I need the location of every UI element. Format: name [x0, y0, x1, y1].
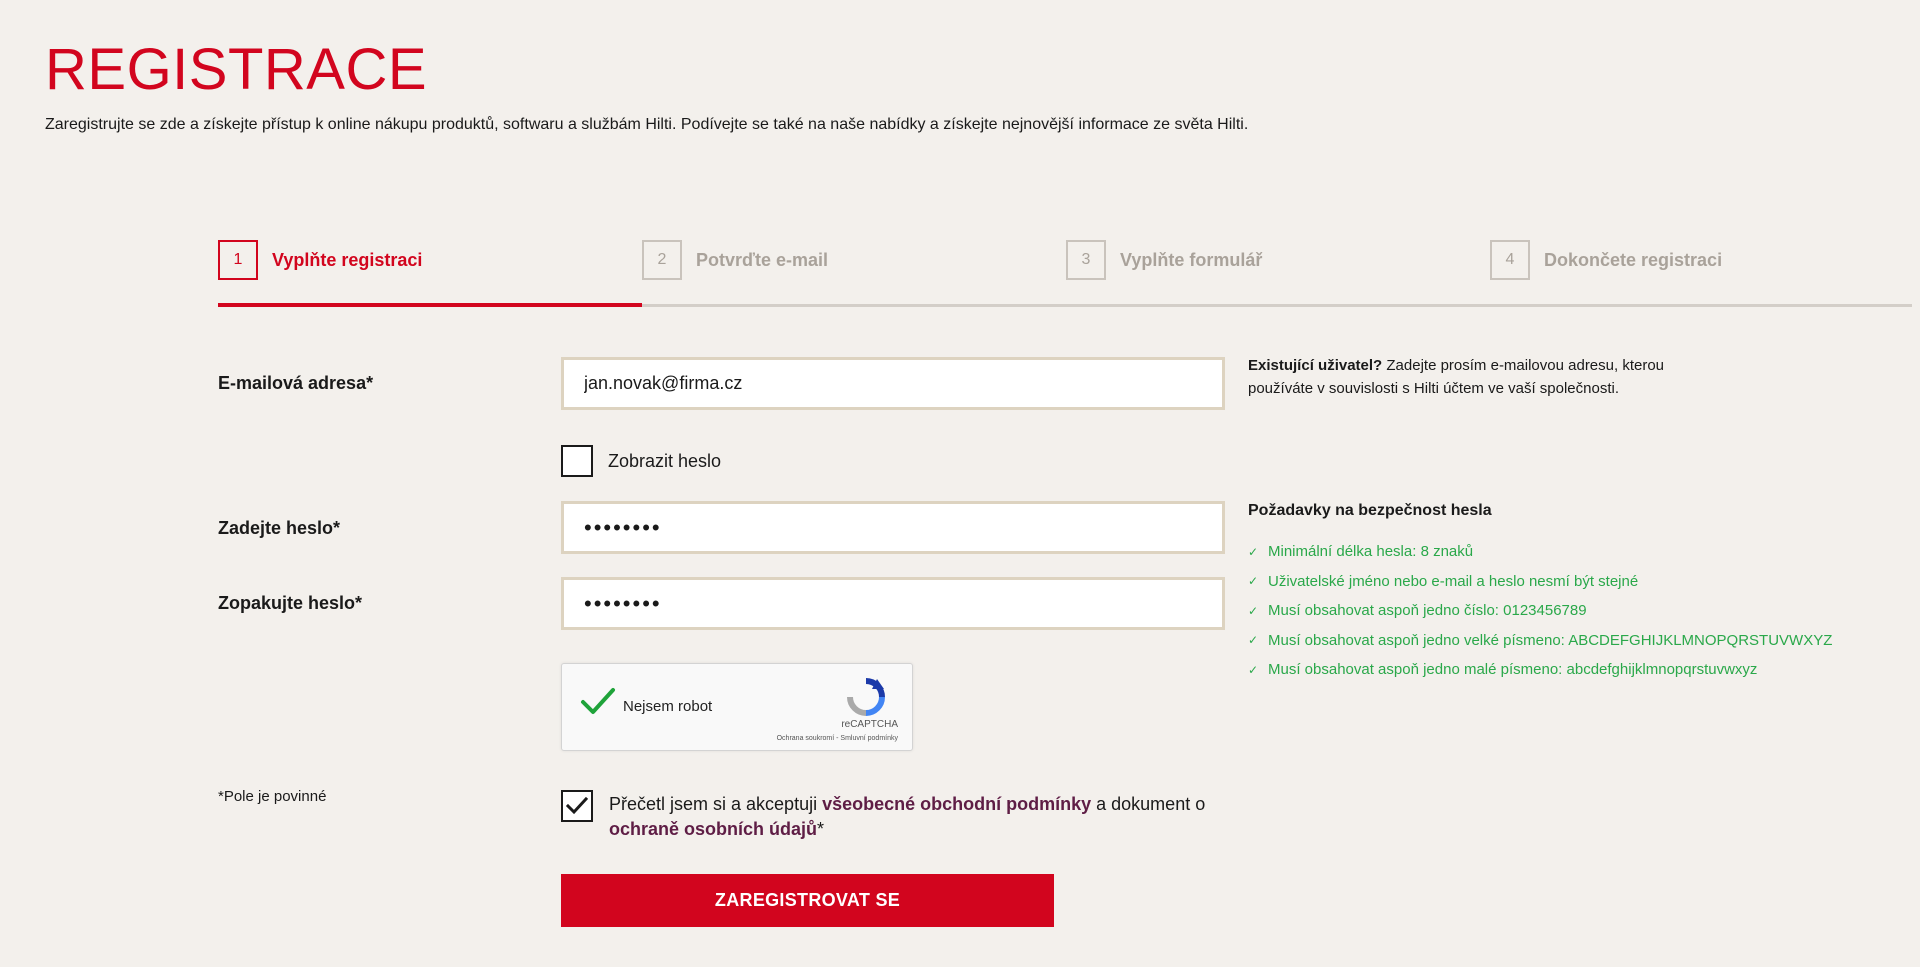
terms-text: Přečetl jsem si a akceptuji: [609, 794, 823, 814]
requirement-item: ✓ Musí obsahovat aspoň jedno velké písmen…: [1248, 631, 1833, 649]
terms-checkbox[interactable]: [561, 790, 593, 822]
step-label: Potvrďte e-mail: [696, 249, 828, 270]
stepper-progress: [218, 303, 642, 307]
password-requirements-list: ✓ Minimální délka hesla: 8 znaků ✓ Uživate…: [1248, 537, 1832, 685]
terms-text: a dokument o: [1091, 794, 1206, 814]
register-button[interactable]: ZAREGISTROVAT SE: [561, 874, 1054, 927]
page-title: REGISTRACE: [45, 37, 428, 102]
requirement-item: ✓ Uživatelské jméno nebo e-mail a heslo n…: [1248, 572, 1639, 590]
checkmark-icon: [566, 797, 588, 815]
password-label: Zadejte heslo*: [218, 518, 341, 538]
recaptcha-widget: Nejsem robot reCAPTCHA Ochrana soukromí …: [561, 663, 913, 751]
recaptcha-links[interactable]: Ochrana soukromí - Smluvní podmínky: [777, 735, 898, 742]
intro-text: Zaregistrujte se zde a získejte přístup …: [45, 116, 1249, 133]
recaptcha-logo-icon: [844, 677, 888, 717]
step-number: 2: [642, 240, 682, 280]
step-number: 3: [1066, 240, 1106, 280]
step-number: 4: [1490, 240, 1530, 280]
step-4: 4 Dokončete registraci: [1490, 236, 1722, 284]
step-label: Dokončete registraci: [1544, 249, 1723, 270]
recaptcha-label: Nejsem robot: [623, 698, 713, 715]
required-note: *Pole je povinné: [218, 788, 327, 805]
show-password-label: Zobrazit heslo: [608, 451, 722, 471]
step-number: 1: [218, 240, 258, 280]
show-password-checkbox[interactable]: [561, 445, 593, 477]
existing-user-note: Existující uživatel? Zadejte prosím e-ma…: [1248, 354, 1688, 400]
password-repeat-label: Zopakujte heslo*: [218, 593, 363, 613]
terms-asterisk: *: [817, 819, 825, 839]
requirement-item: ✓ Minimální délka hesla: 8 znaků: [1248, 543, 1474, 561]
requirement-item: ✓ Musí obsahovat aspoň jedno číslo: 01234…: [1248, 602, 1587, 620]
terms-link[interactable]: všeobecné obchodní podmínky: [822, 794, 1091, 814]
check-icon: ✓: [1248, 633, 1259, 648]
password-requirements-title: Požadavky na bezpečnost hesla: [1248, 502, 1492, 519]
check-icon: ✓: [1248, 544, 1259, 559]
check-icon: ✓: [1248, 662, 1259, 677]
existing-user-bold: Existující uživatel?: [1248, 357, 1383, 374]
step-label: Vyplňte registraci: [272, 249, 423, 270]
step-label: Vyplňte formulář: [1120, 249, 1263, 270]
check-icon: ✓: [1248, 603, 1259, 618]
check-icon: ✓: [1248, 574, 1259, 589]
requirement-item: ✓ Musí obsahovat aspoň jedno malé písmeno…: [1248, 661, 1758, 679]
email-label: E-mailová adresa*: [218, 373, 374, 393]
password-input[interactable]: [561, 501, 1225, 554]
recaptcha-check-icon[interactable]: [580, 686, 616, 721]
password-repeat-input[interactable]: [561, 577, 1225, 630]
registration-stepper: 1 Vyplňte registraci 2 Potvrďte e-mail 3…: [218, 236, 1920, 310]
step-3: 3 Vyplňte formulář: [1066, 236, 1262, 284]
terms-label: Přečetl jsem si a akceptuji všeobecné ob…: [609, 792, 1229, 842]
recaptcha-brand: reCAPTCHA: [841, 719, 898, 730]
step-2: 2 Potvrďte e-mail: [642, 236, 828, 284]
email-input[interactable]: [561, 357, 1225, 410]
step-1: 1 Vyplňte registraci: [218, 236, 422, 284]
privacy-link[interactable]: ochraně osobních údajů: [609, 819, 817, 839]
